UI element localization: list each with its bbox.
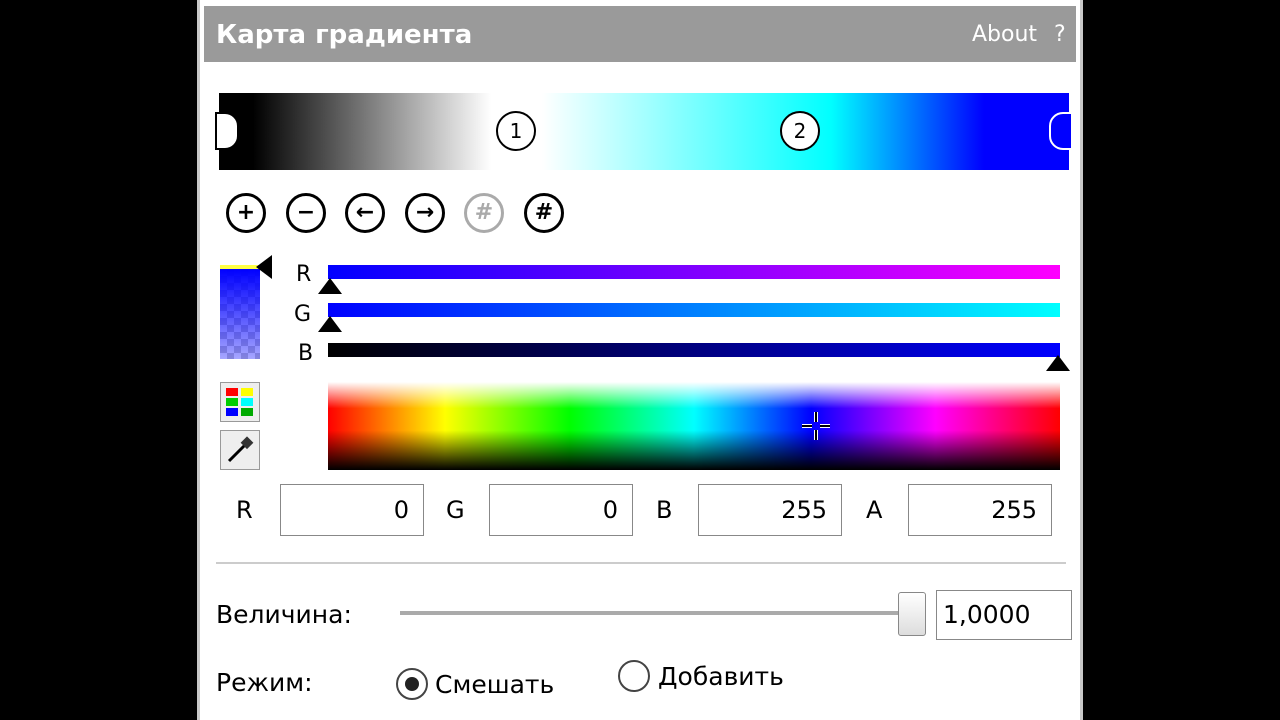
gradient-stop-end[interactable]: [1049, 112, 1073, 150]
distribute-stops-button[interactable]: #: [524, 193, 564, 233]
mode-add-radio[interactable]: [618, 660, 650, 692]
arrow-left-circle-icon: ←: [355, 200, 375, 225]
channel-b-label: B: [298, 341, 314, 366]
palette-icon: [226, 388, 253, 416]
channel-g-bar[interactable]: [328, 303, 1060, 317]
about-link[interactable]: About: [972, 22, 1037, 47]
r-value-field[interactable]: 0: [280, 484, 424, 536]
eyedropper-button[interactable]: [220, 430, 260, 470]
amount-value-field[interactable]: 1,0000: [936, 590, 1072, 640]
current-color-swatch[interactable]: [220, 265, 260, 359]
panel-title: Карта градиента: [216, 20, 473, 50]
swatch-marker-icon: [256, 255, 272, 279]
radio-selected-dot: [405, 677, 419, 691]
palette-button[interactable]: [220, 382, 260, 422]
disabled-tool-button[interactable]: #: [464, 193, 504, 233]
add-stop-button[interactable]: +: [226, 193, 266, 233]
mode-blend-radio[interactable]: [396, 668, 428, 700]
gradient-stop-1[interactable]: 1: [496, 111, 536, 151]
title-bar: Карта градиента About ?: [204, 6, 1076, 62]
color-spectrum-picker[interactable]: [328, 382, 1060, 470]
amount-slider-track[interactable]: [400, 611, 912, 615]
gradient-map-panel: Карта градиента About ? 1 2 + − ← → # #: [197, 0, 1083, 720]
channel-r-label: R: [296, 262, 312, 287]
channel-b-bar[interactable]: [328, 343, 1060, 357]
move-stop-left-button[interactable]: ←: [345, 193, 385, 233]
amount-label: Величина:: [216, 600, 352, 629]
move-stop-right-button[interactable]: →: [405, 193, 445, 233]
a-value-field[interactable]: 255: [908, 484, 1052, 536]
amount-slider-thumb[interactable]: [898, 592, 926, 636]
hash-circle-icon: #: [474, 200, 494, 225]
plus-circle-icon: +: [236, 200, 256, 225]
minus-circle-icon: −: [296, 200, 316, 225]
channel-g-label: G: [294, 302, 312, 327]
remove-stop-button[interactable]: −: [286, 193, 326, 233]
picker-crosshair-icon: [802, 412, 830, 440]
g-field-label: G: [446, 496, 465, 524]
channel-g-thumb[interactable]: [318, 316, 342, 332]
channel-b-thumb[interactable]: [1046, 355, 1070, 371]
hash-down-circle-icon: #: [534, 200, 554, 225]
arrow-right-circle-icon: →: [415, 200, 435, 225]
b-value-field[interactable]: 255: [698, 484, 842, 536]
g-value-field[interactable]: 0: [489, 484, 633, 536]
a-field-label: A: [866, 496, 883, 524]
help-button[interactable]: ?: [1054, 22, 1066, 47]
channel-r-thumb[interactable]: [318, 278, 342, 294]
gradient-stop-start[interactable]: [215, 112, 239, 150]
section-divider: [216, 562, 1066, 564]
r-field-label: R: [236, 496, 253, 524]
gradient-preview-bar[interactable]: 1 2: [215, 93, 1073, 170]
channel-r-bar[interactable]: [328, 265, 1060, 279]
mode-blend-label[interactable]: Смешать: [435, 670, 554, 699]
mode-add-label[interactable]: Добавить: [658, 662, 784, 691]
eyedropper-icon: [227, 436, 254, 463]
mode-label: Режим:: [216, 668, 313, 697]
b-field-label: B: [656, 496, 673, 524]
gradient-stop-2[interactable]: 2: [780, 111, 820, 151]
